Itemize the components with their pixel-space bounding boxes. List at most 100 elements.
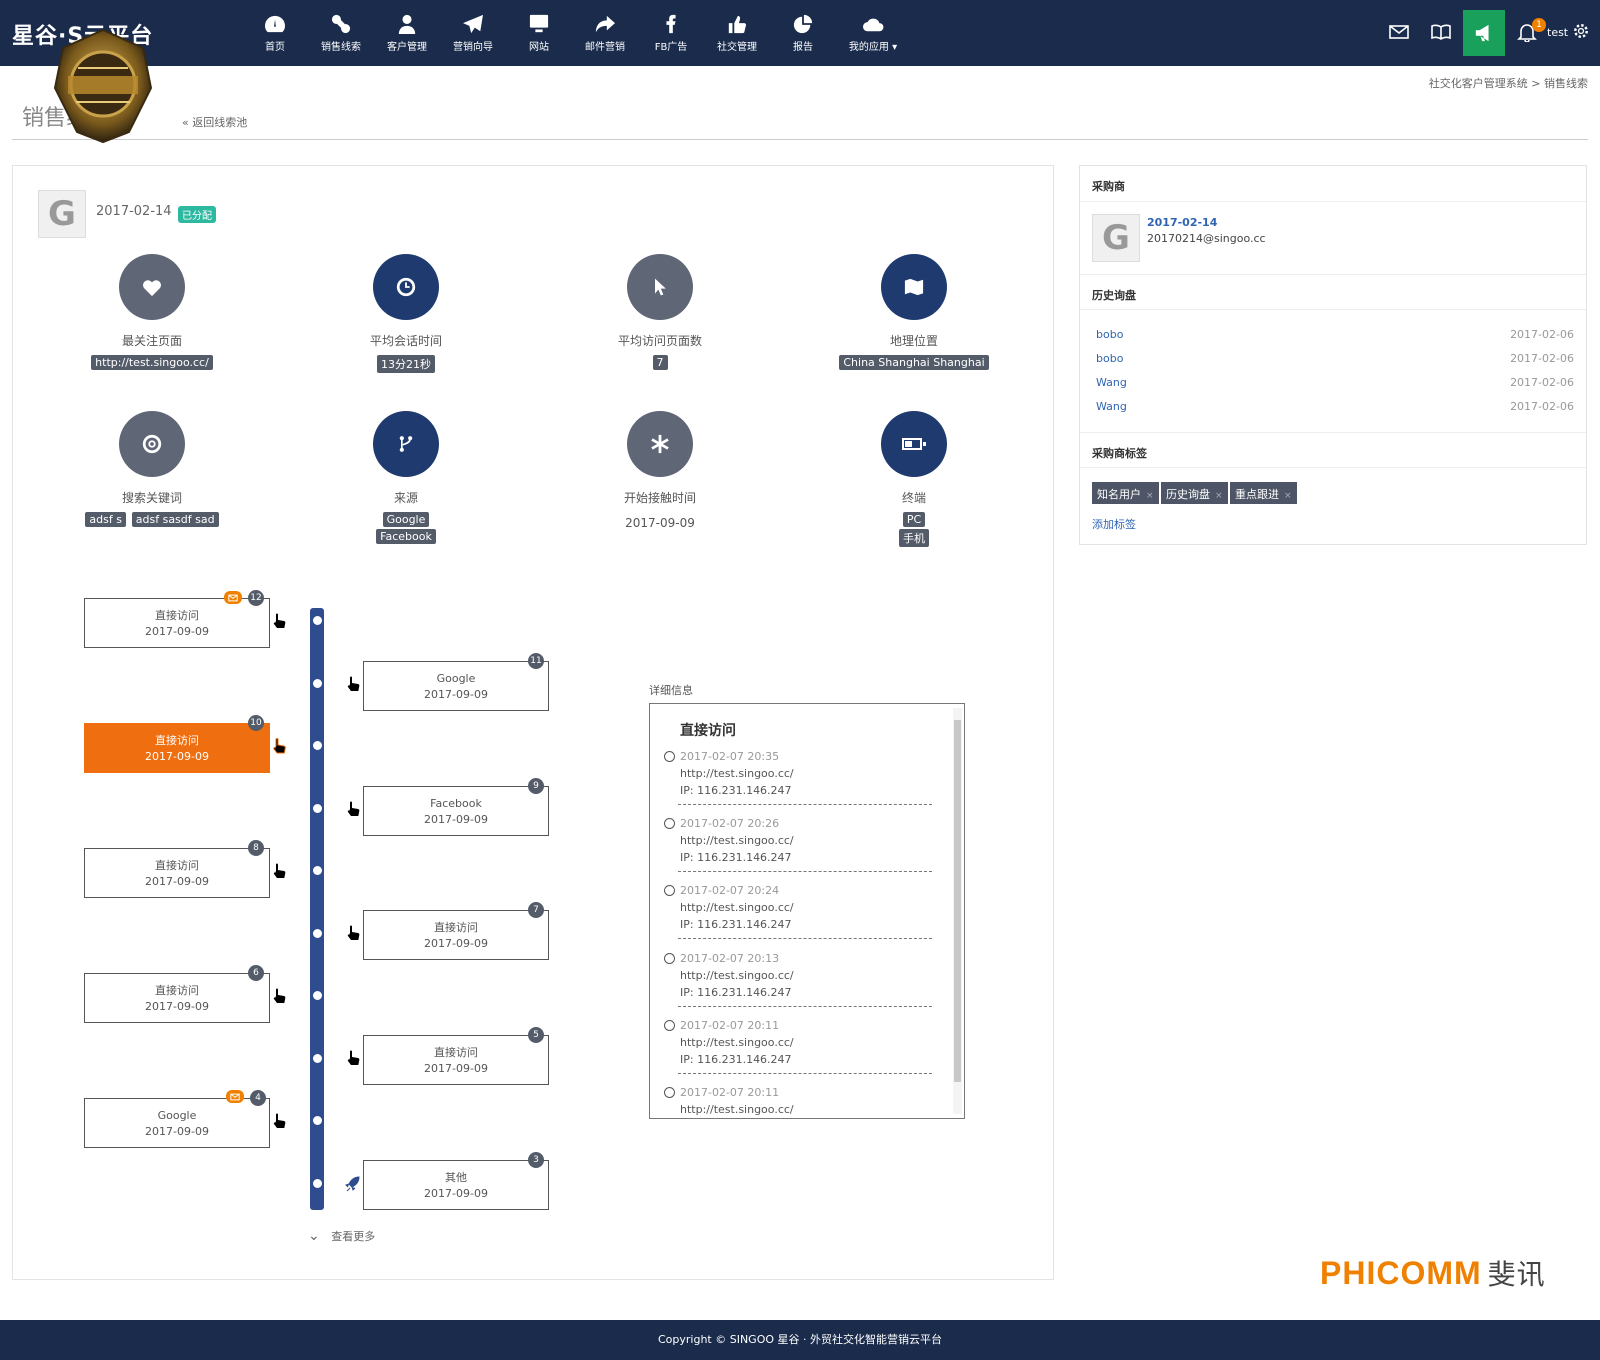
book-icon[interactable]: [1430, 22, 1452, 42]
link-icon: [331, 14, 351, 34]
user-icon: [398, 14, 416, 34]
visit-card-active[interactable]: 直接访问 2017-09-09: [84, 723, 270, 773]
stat-label: 平均会话时间: [369, 334, 442, 348]
visit-card[interactable]: 直接访问 2017-09-09: [84, 848, 270, 898]
detail-url: http://test.singoo.cc/: [680, 1036, 794, 1049]
detail-time: 2017-02-07 20:35: [680, 750, 780, 763]
visit-date: 2017-09-09: [145, 625, 209, 638]
thumbs-up-icon: [728, 15, 747, 34]
detail-entry: 2017-02-07 20:11 http://test.singoo.cc/ …: [664, 1017, 934, 1068]
nav-home[interactable]: 首页: [242, 14, 308, 58]
visit-title: 直接访问: [434, 1046, 478, 1059]
double-chevron-left-icon: «: [182, 116, 189, 129]
visit-title: Facebook: [430, 797, 482, 810]
stat-label: 地理位置: [889, 334, 938, 348]
close-icon[interactable]: ×: [1284, 491, 1292, 501]
visit-card[interactable]: 直接访问 2017-09-09: [363, 910, 549, 960]
facebook-icon: [666, 14, 676, 34]
stat-label: 开始接触时间: [623, 491, 696, 505]
clock-icon: [664, 818, 675, 829]
clock-icon: [664, 751, 675, 762]
close-icon[interactable]: ×: [1215, 491, 1223, 501]
nav-reports[interactable]: 报告: [770, 14, 836, 58]
lead-avatar: G: [38, 190, 86, 238]
visit-card[interactable]: Google 2017-09-09: [84, 1098, 270, 1148]
visit-card[interactable]: 直接访问 2017-09-09: [84, 973, 270, 1023]
nav-social[interactable]: 社交管理: [704, 14, 770, 58]
detail-ip: IP: 116.231.146.247: [680, 1053, 792, 1066]
visit-title: 直接访问: [155, 734, 199, 747]
history-section-title: 历史询盘: [1080, 274, 1586, 310]
user-menu[interactable]: test: [1547, 26, 1568, 39]
divider: [678, 804, 932, 805]
asterisk-icon: [651, 434, 669, 454]
history-row[interactable]: bobo 2017-02-06: [1096, 352, 1574, 365]
visit-card[interactable]: Facebook 2017-09-09: [363, 786, 549, 836]
history-row[interactable]: bobo 2017-02-06: [1096, 328, 1574, 341]
nav-website[interactable]: 网站: [506, 14, 572, 58]
nav-email-marketing[interactable]: 邮件营销: [572, 14, 638, 58]
breadcrumb: 社交化客户管理系统 > 销售线索: [1428, 77, 1588, 90]
pie-chart-icon: [793, 14, 813, 34]
pointing-hand-icon: [273, 738, 286, 754]
visit-title: 直接访问: [434, 921, 478, 934]
detail-entry: 2017-02-07 20:11 http://test.singoo.cc/: [664, 1084, 934, 1118]
monitor-icon: [529, 14, 549, 33]
buyer-tag[interactable]: 重点跟进 ×: [1230, 482, 1297, 504]
nav-marketing-guide[interactable]: 营销向导: [440, 14, 506, 58]
detail-time: 2017-02-07 20:11: [680, 1086, 780, 1099]
visit-title: 其他: [445, 1171, 467, 1184]
gear-icon[interactable]: [1572, 22, 1590, 42]
visit-count: 12: [248, 590, 264, 606]
top-navbar: 星谷·S云平台 首页 销售线索 客户管理 营销向导 网站 邮件营销 FB广告 社…: [0, 0, 1600, 66]
view-more-button[interactable]: ⌄ 查看更多: [308, 1228, 375, 1244]
history-row[interactable]: Wang 2017-02-06: [1096, 400, 1574, 413]
details-panel[interactable]: 直接访问 2017-02-07 20:35 http://test.singoo…: [649, 703, 965, 1119]
visit-date: 2017-09-09: [424, 1062, 488, 1075]
timeline-dot: [313, 1054, 322, 1063]
visit-card[interactable]: 其他 2017-09-09: [363, 1160, 549, 1210]
history-row[interactable]: Wang 2017-02-06: [1096, 376, 1574, 389]
mail-icon[interactable]: [1388, 22, 1410, 42]
nav-label: 邮件营销: [585, 42, 625, 53]
timeline-dot: [313, 1116, 322, 1125]
visit-count: 10: [248, 715, 264, 731]
nav-customers[interactable]: 客户管理: [374, 14, 440, 58]
buyer-date[interactable]: 2017-02-14: [1147, 216, 1217, 229]
stat-first-contact: 开始接触时间 2017-09-09: [560, 411, 760, 530]
history-name: bobo: [1096, 328, 1124, 341]
visit-date: 2017-09-09: [145, 1000, 209, 1013]
timeline-dot: [313, 804, 322, 813]
watermark-brand: PHICOMM: [1320, 1255, 1482, 1291]
scrollbar-thumb[interactable]: [954, 720, 961, 1082]
visit-card[interactable]: 直接访问 2017-09-09: [84, 598, 270, 648]
add-tag-link[interactable]: 添加标签: [1092, 516, 1136, 532]
stat-tag: 7: [652, 355, 668, 370]
buyer-tag[interactable]: 知名用户 ×: [1092, 482, 1159, 504]
close-icon[interactable]: ×: [1146, 491, 1154, 501]
visit-card[interactable]: 直接访问 2017-09-09: [363, 1035, 549, 1085]
tag-label: 历史询盘: [1166, 488, 1210, 501]
details-scrollbar[interactable]: [953, 708, 962, 1114]
battery-icon: [902, 438, 926, 450]
buyer-section-title: 采购商: [1080, 166, 1586, 202]
visit-count: 5: [528, 1027, 544, 1043]
detail-ip: IP: 116.231.146.247: [680, 918, 792, 931]
visit-card[interactable]: Google 2017-09-09: [363, 661, 549, 711]
detail-entry: 2017-02-07 20:35 http://test.singoo.cc/ …: [664, 748, 934, 799]
detail-ip: IP: 116.231.146.247: [680, 851, 792, 864]
visit-date: 2017-09-09: [424, 937, 488, 950]
nav-my-apps[interactable]: 我的应用 ▾: [836, 14, 910, 58]
back-to-pool-link[interactable]: « 返回线索池: [182, 114, 247, 130]
divider: [678, 938, 932, 939]
timeline-dot: [313, 1179, 322, 1188]
nav-fb-ads[interactable]: FB广告: [638, 14, 704, 58]
nav-leads[interactable]: 销售线索: [308, 14, 374, 58]
buyer-tag[interactable]: 历史询盘 ×: [1161, 482, 1228, 504]
stat-tag: Facebook: [376, 529, 436, 544]
clock-icon: [664, 1020, 675, 1031]
stat-label: 搜索关键词: [121, 491, 182, 505]
visit-count: 4: [250, 1090, 266, 1106]
broadcast-button[interactable]: [1463, 10, 1505, 56]
pointing-hand-icon: [347, 925, 360, 940]
